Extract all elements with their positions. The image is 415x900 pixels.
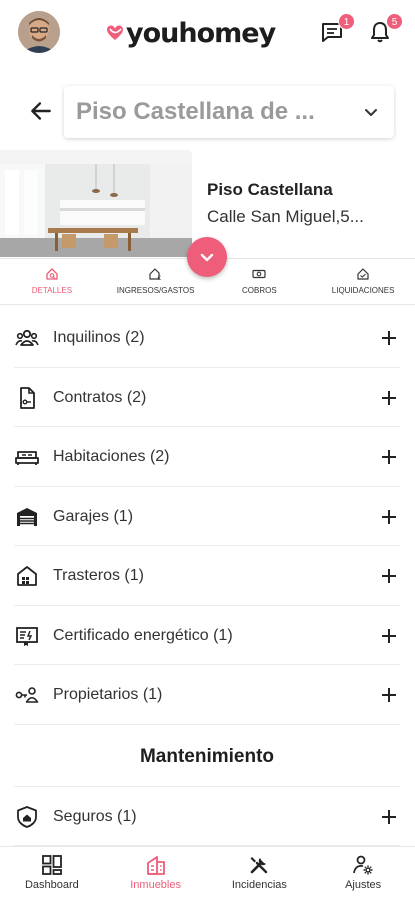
plus-icon[interactable] (381, 628, 397, 644)
buildings-icon (146, 856, 165, 875)
heart-logo-icon (107, 25, 123, 40)
list-item-label: Contratos (2) (53, 388, 147, 406)
svg-text:€: € (157, 275, 161, 281)
notifications-button[interactable]: 5 (368, 13, 403, 46)
list-item-garajes[interactable]: Garajes (1) (14, 487, 400, 546)
list-item-label: Seguros (1) (53, 807, 137, 825)
chevron-down-icon (200, 253, 214, 262)
notifications-badge: 5 (386, 13, 403, 30)
list-item-label: Certificado energético (1) (53, 626, 233, 644)
tab-detalles[interactable]: DETALLES (0, 259, 104, 304)
plus-icon[interactable] (381, 809, 397, 825)
bottom-navigation: Dashboard Inmuebles Incidencias Ajustes (0, 846, 415, 900)
list-item-inquilinos[interactable]: Inquilinos (2) (14, 308, 400, 368)
list-item-contratos[interactable]: Contratos (2) (14, 368, 400, 427)
list-item-label: Propietarios (1) (53, 686, 163, 703)
list-item-label: Habitaciones (2) (53, 448, 170, 465)
house-money-icon: € (149, 268, 161, 281)
messages-button[interactable]: 1 (320, 13, 355, 46)
plus-icon[interactable] (381, 330, 397, 346)
bed-icon (15, 451, 39, 465)
nav-inmuebles[interactable]: Inmuebles (104, 847, 208, 900)
property-photo (0, 150, 192, 257)
list-item-propietarios[interactable]: Propietarios (1) (14, 665, 400, 725)
list-item-label: Garajes (1) (53, 507, 134, 525)
messages-badge: 1 (338, 13, 355, 30)
user-settings-icon (353, 855, 373, 875)
property-name: Piso Castellana (207, 180, 333, 199)
plus-icon[interactable] (381, 509, 397, 525)
app-logo: youhomey (106, 15, 276, 51)
list-item-seguros[interactable]: Seguros (1) (14, 787, 400, 846)
contract-icon (20, 386, 35, 409)
list-item-habitaciones[interactable]: Habitaciones (2) (14, 427, 400, 487)
list-item-label: Inquilinos (2) (53, 329, 145, 346)
owner-key-icon (15, 687, 39, 703)
storage-icon (17, 566, 37, 586)
list-item-trasteros[interactable]: Trasteros (1) (14, 546, 400, 606)
tab-label: INGRESOS/GASTOS (116, 286, 195, 295)
tab-label: DETALLES (31, 286, 73, 295)
property-select-value: Piso Castellana de ... (76, 98, 315, 125)
nav-label: Dashboard (24, 879, 79, 891)
list-item-certificado[interactable]: Certificado energético (1) (14, 606, 400, 665)
insurance-shield-icon (17, 805, 37, 828)
house-search-icon (46, 268, 58, 280)
chevron-down-icon (365, 109, 377, 116)
property-select[interactable]: Piso Castellana de ... (64, 86, 394, 138)
nav-ajustes[interactable]: Ajustes (311, 847, 415, 900)
tools-icon (250, 857, 268, 874)
nav-label: Incidencias (231, 879, 287, 891)
property-selector-row: Piso Castellana de ... (0, 84, 415, 140)
house-check-icon (357, 268, 369, 280)
nav-incidencias[interactable]: Incidencias (208, 847, 312, 900)
top-bar: youhomey 1 5 (0, 0, 415, 66)
plus-icon[interactable] (381, 390, 397, 406)
section-title-mantenimiento: Mantenimiento (14, 725, 400, 787)
plus-icon[interactable] (381, 449, 397, 465)
plus-icon[interactable] (381, 687, 397, 703)
plus-icon[interactable] (381, 568, 397, 584)
energy-certificate-icon (16, 626, 38, 646)
tenants-icon (15, 329, 39, 346)
dashboard-icon (41, 855, 62, 875)
nav-dashboard[interactable]: Dashboard (0, 847, 104, 900)
expand-card-button[interactable] (187, 237, 227, 277)
cash-icon (252, 269, 266, 279)
logo-text: youhomey (126, 17, 276, 49)
nav-label: Inmuebles (130, 879, 181, 891)
property-address: Calle San Miguel,5... (207, 207, 364, 226)
tab-label: COBROS (242, 286, 277, 295)
back-arrow-icon[interactable] (28, 98, 54, 124)
list-item-label: Trasteros (1) (53, 567, 144, 584)
details-list: Inquilinos (2) Contratos (2) Habitacione… (14, 308, 400, 846)
tab-label: LIQUIDACIONES (331, 286, 395, 295)
avatar[interactable] (18, 11, 60, 53)
tab-liquidaciones[interactable]: LIQUIDACIONES (311, 259, 415, 304)
garage-icon (17, 507, 37, 526)
nav-label: Ajustes (345, 879, 382, 891)
